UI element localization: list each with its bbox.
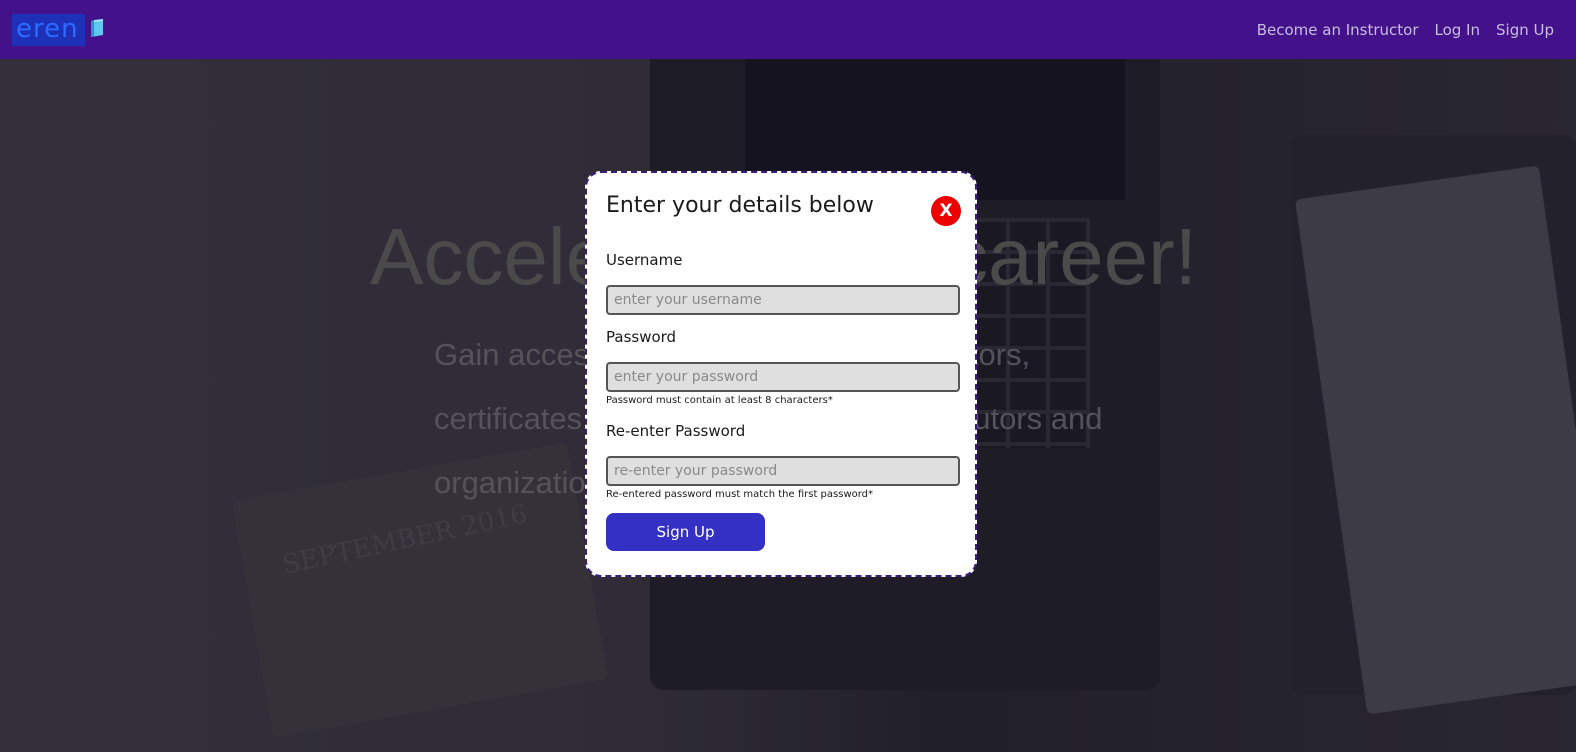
modal-title: Enter your details below [606,193,874,218]
username-label: Username [606,251,683,269]
page: SEPTEMBER 2016 Accelerate your career! G… [0,0,1576,752]
password-hint: Password must contain at least 8 charact… [606,395,833,406]
nav-sign-up[interactable]: Sign Up [1496,21,1554,39]
nav-become-instructor[interactable]: Become an Instructor [1257,21,1419,39]
close-button[interactable]: X [931,196,961,226]
navbar: eren Become an Instructor Log In Sign Up [0,0,1576,59]
password-input[interactable] [606,362,960,392]
book-icon [91,19,103,37]
reenter-password-hint: Re-entered password must match the first… [606,489,874,500]
username-input[interactable] [606,285,960,315]
logo-text: eren [12,14,85,46]
reenter-password-label: Re-enter Password [606,422,746,440]
signup-modal: Enter your details below X Username Pass… [585,171,977,577]
logo[interactable]: eren [12,14,103,46]
reenter-password-input[interactable] [606,456,960,486]
sign-up-button[interactable]: Sign Up [606,513,765,551]
password-label: Password [606,328,677,346]
nav-log-in[interactable]: Log In [1435,21,1481,39]
nav-links: Become an Instructor Log In Sign Up [1257,0,1554,59]
close-icon: X [939,201,953,221]
